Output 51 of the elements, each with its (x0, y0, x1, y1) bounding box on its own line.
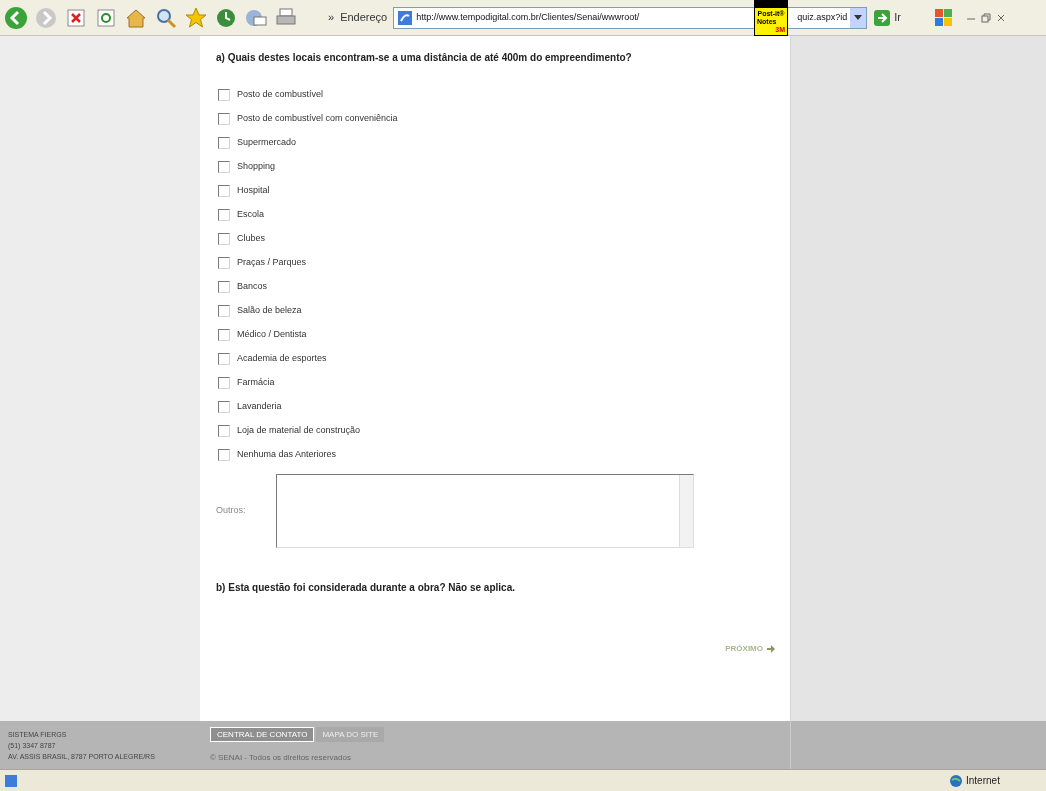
option-label: Lavanderia (237, 400, 282, 413)
option-label: Academia de esportes (237, 352, 327, 365)
option-label: Farmácia (237, 376, 275, 389)
checkbox[interactable] (218, 448, 230, 461)
question-text: a) Quais destes locais encontram-se a uma distância de até 400m do empreendimento? (216, 51, 633, 65)
checkbox[interactable] (218, 136, 230, 149)
close-icon[interactable] (996, 12, 1005, 23)
checkbox[interactable] (218, 280, 230, 293)
option-label: Clubes (237, 232, 265, 245)
caret-icon (854, 15, 863, 20)
address-label: Endereço (340, 10, 388, 26)
windows-logo-icon (932, 6, 955, 29)
address-text: quiz.aspx?id (797, 10, 848, 24)
option-label: Nenhuma das Anteriores (237, 448, 337, 461)
checkbox[interactable] (218, 256, 230, 269)
option-label: Escola (237, 208, 264, 221)
option-label: Hospital (237, 184, 270, 197)
option-label: Shopping (237, 160, 276, 173)
checkbox[interactable] (218, 232, 230, 245)
star-icon[interactable] (184, 5, 208, 30)
option-label: Praças / Parques (237, 256, 307, 269)
option-label: Posto de combustível (237, 88, 324, 101)
checkbox[interactable] (218, 112, 230, 125)
checkbox[interactable] (218, 328, 230, 341)
checkbox[interactable] (218, 88, 230, 101)
scrollbar (679, 475, 693, 547)
checkbox[interactable] (218, 160, 230, 173)
globe-icon (949, 773, 963, 788)
address-text: http://www.tempodigital.com.br/Clientes/Senai/wwwroot/ (416, 10, 640, 24)
checkbox[interactable] (218, 424, 230, 437)
option-label: Supermercado (237, 136, 297, 149)
overflow-chevron[interactable]: » (328, 9, 335, 26)
option-label: Bancos (237, 280, 268, 293)
option-label: Médico / Dentista (237, 328, 307, 341)
option-label: Salão de beleza (237, 304, 302, 317)
checkbox[interactable] (218, 352, 230, 365)
checkbox[interactable] (218, 184, 230, 197)
checkbox[interactable] (218, 376, 230, 389)
option-label: Loja de material de construção (237, 424, 361, 437)
maximize-icon[interactable] (980, 12, 991, 23)
checkbox[interactable] (218, 400, 230, 413)
arrow-icon (766, 644, 776, 654)
checkbox[interactable] (218, 208, 230, 221)
back-icon[interactable] (4, 5, 28, 30)
checkbox[interactable] (218, 304, 230, 317)
dropdown-button[interactable] (850, 7, 867, 28)
option-label: Posto de combustível com conveniência (237, 112, 398, 125)
field-label: Outros: (216, 504, 247, 518)
question-text: b) Esta questão foi considerada durante a obra? Não se aplica. (216, 581, 516, 595)
status-text: Internet (966, 774, 1001, 788)
copyright-text: © SENAI - Todos os direitos reservados (210, 752, 352, 764)
